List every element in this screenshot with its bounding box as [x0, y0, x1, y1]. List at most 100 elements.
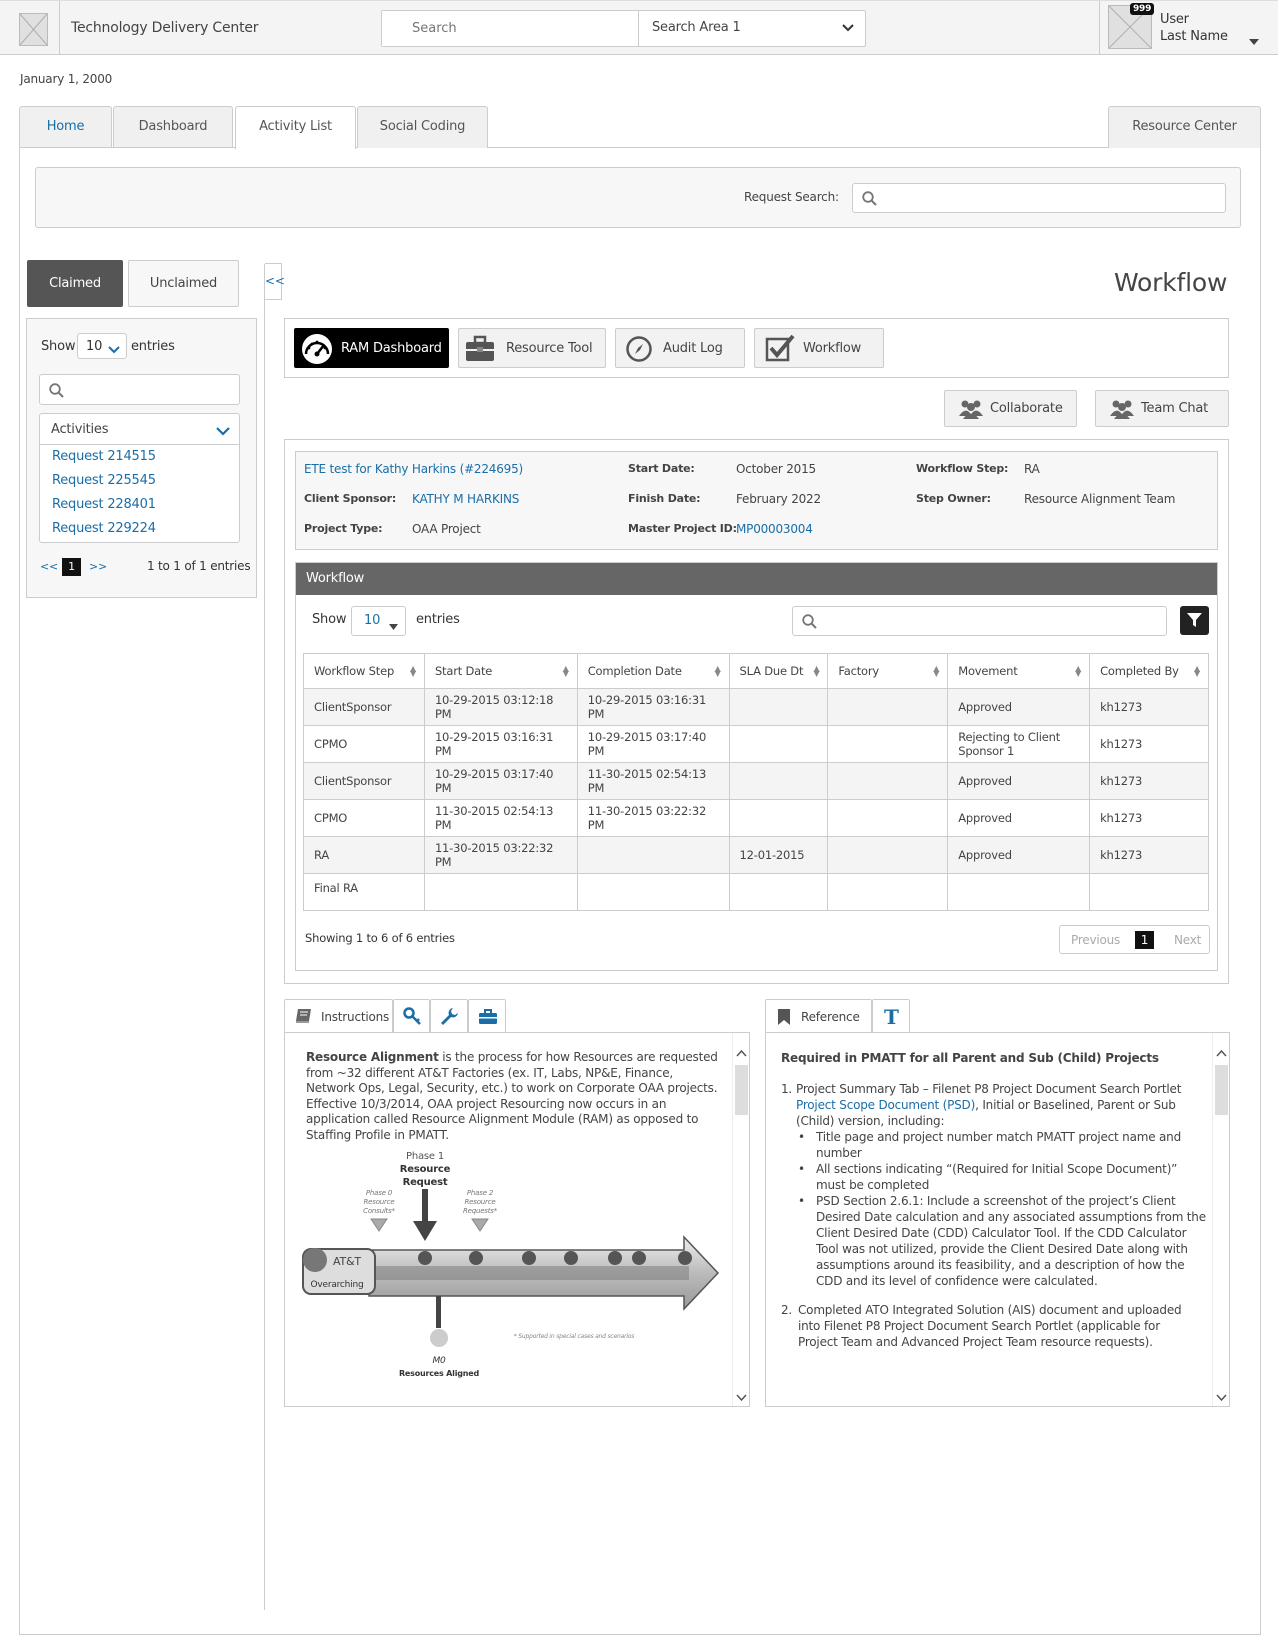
tab-key[interactable] [393, 999, 430, 1033]
activities-dropdown[interactable]: Activities [40, 414, 239, 445]
team-chat-button[interactable]: Team Chat [1095, 390, 1229, 427]
sort-icon: ▲ ▼ [409, 664, 416, 678]
tab-briefcase[interactable] [468, 999, 506, 1033]
phase0-label: Phase 0 [366, 1189, 393, 1197]
search-area-select[interactable]: Search Area 1 [640, 11, 865, 46]
chevron-up-icon[interactable] [736, 1046, 747, 1061]
column-header-factory[interactable]: Factory ▲ ▼ [827, 653, 949, 689]
table-row[interactable]: Final RA [303, 873, 1209, 911]
workflow-step-label: Workflow Step: [916, 462, 1009, 475]
tab-instructions[interactable]: Instructions [284, 999, 393, 1033]
column-header-workflow-step[interactable]: Workflow Step ▲ ▼ [303, 653, 425, 689]
table-cell [1089, 873, 1209, 911]
chevron-down-icon[interactable] [736, 1390, 747, 1405]
table-cell: Approved [947, 836, 1091, 874]
column-header-completed-by[interactable]: Completed By ▲ ▼ [1089, 653, 1209, 689]
resource-tool-button[interactable]: Resource Tool [458, 328, 606, 368]
table-cell: CPMO [303, 799, 425, 837]
reference-tab-label: Reference [801, 1010, 860, 1024]
chevron-up-icon[interactable] [1216, 1046, 1227, 1061]
next-button[interactable]: Next [1174, 933, 1201, 947]
claimed-label: Claimed [49, 276, 101, 291]
timeline-band [369, 1266, 689, 1280]
table-row[interactable]: ClientSponsor 10-29-2015 03:17:40 PM 11-30… [303, 762, 1209, 800]
ram-dashboard-button[interactable]: RAM Dashboard [294, 328, 449, 368]
collaborate-button[interactable]: Collaborate [944, 390, 1077, 427]
column-label: Factory [838, 664, 879, 678]
tab-resource-center[interactable]: Resource Center [1108, 106, 1261, 148]
bullet-text: All sections indicating “(Required for I… [816, 1162, 1178, 1192]
step-owner-label: Step Owner: [916, 492, 991, 505]
column-label: Completed By [1100, 664, 1179, 678]
tab-activity-list-label: Activity List [259, 119, 332, 134]
master-project-link[interactable]: MP00003004 [736, 522, 813, 536]
column-header-completion-date[interactable]: Completion Date ▲ ▼ [576, 653, 730, 689]
psd-link[interactable]: Project Scope Document (PSD) [796, 1098, 975, 1112]
table-row[interactable]: CPMO 11-30-2015 02:54:13 PM 11-30-2015 03:… [303, 799, 1209, 837]
tab-home[interactable]: Home [19, 106, 112, 148]
caret-down-icon[interactable] [1249, 34, 1259, 49]
table-row[interactable]: CPMO 10-29-2015 03:16:31 PM 10-29-2015 03:… [303, 725, 1209, 763]
phase1-arrow [413, 1221, 437, 1241]
project-title-link[interactable]: ETE test for Kathy Harkins (#224695) [304, 462, 523, 476]
notification-badge[interactable]: 999 [1130, 3, 1155, 15]
scrollbar-thumb[interactable] [735, 1065, 748, 1115]
users-icon [958, 399, 984, 423]
user-menu[interactable]: 999 User Last Name [1099, 1, 1278, 55]
table-cell: ClientSponsor [303, 762, 425, 800]
unclaimed-button[interactable]: Unclaimed [128, 260, 239, 307]
start-date-value: October 2015 [736, 462, 816, 476]
scrollbar[interactable] [1212, 1033, 1229, 1406]
search-area-value: Search Area 1 [652, 20, 741, 35]
column-label: Completion Date [587, 664, 682, 678]
client-sponsor-link[interactable]: KATHY M HARKINS [412, 492, 519, 506]
tab-dashboard[interactable]: Dashboard [113, 106, 233, 148]
sort-icon: ▲ ▼ [1194, 664, 1200, 678]
filter-icon [1187, 613, 1202, 632]
column-header-start-date[interactable]: Start Date ▲ ▼ [423, 653, 578, 689]
phase0-label: Resource [364, 1198, 395, 1206]
milestone-dot [469, 1251, 483, 1265]
list-item[interactable]: Request 225545 [52, 473, 156, 488]
claimed-button[interactable]: Claimed [27, 260, 123, 307]
pager-next[interactable]: >> [89, 560, 107, 573]
table-row[interactable]: ClientSponsor 10-29-2015 03:12:18 PM 10-29… [303, 688, 1209, 726]
logo-placeholder[interactable] [19, 13, 48, 46]
page-size-select[interactable]: 10 [351, 606, 406, 636]
tab-social-coding[interactable]: Social Coding [357, 106, 488, 148]
scrollbar[interactable] [732, 1033, 749, 1406]
column-header-movement[interactable]: Movement ▲ ▼ [947, 653, 1091, 689]
table-cell: 10-29-2015 03:17:40 PM [576, 725, 730, 763]
instructions-bold: Resource Alignment [306, 1050, 439, 1064]
table-search-input[interactable] [792, 606, 1167, 636]
list-item[interactable]: Request 214515 [52, 449, 156, 464]
bullet-item: • Title page and project number match PMA… [796, 1129, 1208, 1161]
pager-current-page[interactable]: 1 [62, 558, 81, 576]
scrollbar-thumb[interactable] [1215, 1065, 1228, 1115]
project-type-value: OAA Project [412, 522, 481, 536]
chevron-down-icon[interactable] [1216, 1390, 1227, 1405]
previous-button[interactable]: Previous [1071, 933, 1120, 947]
tab-activity-list[interactable]: Activity List [235, 106, 356, 149]
tab-tools[interactable] [430, 999, 468, 1033]
filter-button[interactable] [1180, 606, 1209, 635]
activity-filter-input[interactable] [39, 374, 240, 405]
table-row[interactable]: RA 11-30-2015 03:22:32 PM 12-01-2015 Approv… [303, 836, 1209, 874]
list-item[interactable]: Request 229224 [52, 521, 156, 536]
audit-log-button[interactable]: Audit Log [615, 328, 745, 368]
page-size-value: 10 [364, 613, 381, 628]
m0-label: M0 [432, 1356, 446, 1366]
page-size-select[interactable]: 10 [77, 333, 127, 359]
tab-reference[interactable]: Reference [765, 999, 872, 1033]
workflow-button[interactable]: Workflow [754, 328, 884, 368]
request-search-input[interactable] [852, 183, 1226, 213]
column-header-sla-due[interactable]: SLA Due Dt ▲ ▼ [728, 653, 829, 689]
pager-prev[interactable]: << [40, 560, 58, 573]
list-item[interactable]: Request 228401 [52, 497, 156, 512]
search-input[interactable] [382, 11, 639, 46]
collaborate-label: Collaborate [990, 401, 1063, 416]
table-header-row: Workflow Step ▲ ▼ Start Date ▲ ▼ Completion … [303, 653, 1209, 689]
collapse-panel-button[interactable]: << [265, 263, 285, 300]
tab-text[interactable]: T [872, 999, 910, 1033]
page-1-button[interactable]: 1 [1135, 931, 1154, 949]
